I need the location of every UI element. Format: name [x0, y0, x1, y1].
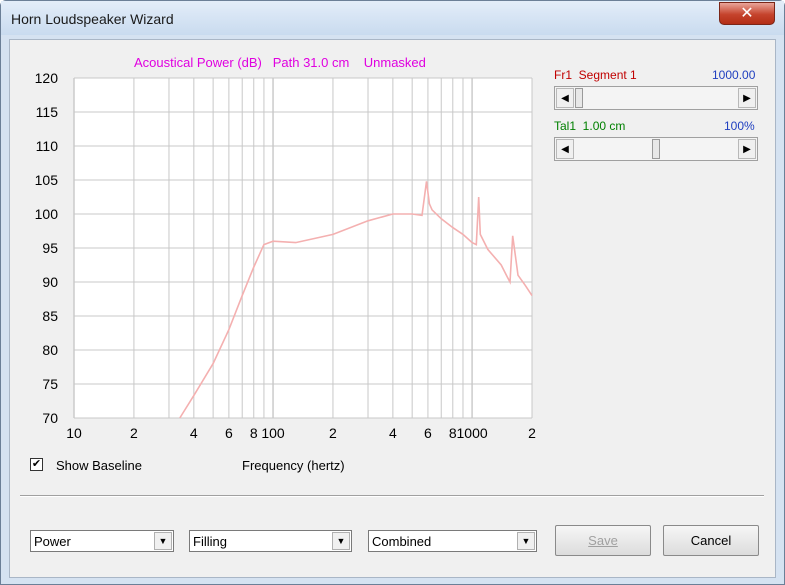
tal1-value: 100% [724, 119, 755, 133]
x-tick-label: 2 [528, 425, 536, 441]
checkmark-icon: ✔ [31, 458, 42, 470]
fr1-slider-left-button[interactable]: ◀ [556, 88, 574, 108]
y-tick-label: 85 [42, 308, 58, 324]
x-tick-label: 4 [190, 425, 198, 441]
tal1-label: Tal1 1.00 cm [554, 119, 626, 133]
arrow-left-icon: ◀ [561, 144, 569, 155]
y-tick-label: 105 [35, 172, 59, 188]
fr1-slider-thumb[interactable] [575, 88, 583, 108]
x-tick-label: 100 [261, 425, 285, 441]
y-tick-label: 80 [42, 342, 58, 358]
x-tick-label: 2 [329, 425, 337, 441]
fr1-value: 1000.00 [712, 68, 756, 82]
x-tick-label: 10 [66, 425, 82, 441]
filling-dropdown-value: Filling [193, 534, 227, 549]
x-tick-label: 6 [225, 425, 233, 441]
fr1-slider-right-button[interactable]: ▶ [738, 88, 756, 108]
cancel-button[interactable]: Cancel [663, 525, 759, 556]
y-tick-label: 100 [35, 206, 59, 222]
show-baseline-label[interactable]: Show Baseline [56, 458, 142, 473]
y-tick-label: 110 [36, 138, 59, 154]
arrow-left-icon: ◀ [561, 93, 569, 104]
save-button-label: Save [588, 533, 618, 548]
frequency-axis-label: Frequency (hertz) [242, 458, 345, 473]
window-title: Horn Loudspeaker Wizard [11, 11, 174, 27]
power-dropdown-value: Power [34, 534, 71, 549]
cancel-button-label: Cancel [690, 533, 732, 548]
save-button[interactable]: Save [555, 525, 651, 556]
y-tick-label: 70 [42, 410, 58, 426]
y-tick-label: 120 [35, 70, 59, 86]
x-tick-label: 8 [250, 425, 258, 441]
close-button[interactable]: ✕ [719, 2, 775, 25]
title-bar[interactable]: Horn Loudspeaker Wizard ✕ [1, 1, 784, 35]
tal1-slider-left-button[interactable]: ◀ [556, 139, 574, 159]
arrow-right-icon: ▶ [743, 144, 751, 155]
divider [20, 495, 764, 497]
y-tick-label: 95 [42, 240, 58, 256]
y-tick-label: 75 [42, 376, 58, 392]
dialog-client-area: Acoustical Power (dB) Path 31.0 cm Unmas… [9, 39, 776, 578]
show-baseline-checkbox[interactable]: ✔ [30, 458, 43, 471]
x-tick-label: 4 [389, 425, 397, 441]
chevron-down-icon[interactable]: ▼ [154, 532, 172, 550]
chevron-down-icon[interactable]: ▼ [517, 532, 535, 550]
tal1-slider-thumb[interactable] [652, 139, 660, 159]
arrow-right-icon: ▶ [743, 93, 751, 104]
combined-dropdown-value: Combined [372, 534, 432, 549]
y-tick-label: 90 [42, 274, 58, 290]
x-tick-label: 1000 [457, 425, 488, 441]
tal1-slider-right-button[interactable]: ▶ [738, 139, 756, 159]
close-icon: ✕ [740, 5, 754, 22]
x-tick-label: 2 [130, 425, 138, 441]
x-tick-label: 6 [424, 425, 432, 441]
chevron-down-icon[interactable]: ▼ [332, 532, 350, 550]
y-tick-label: 115 [36, 104, 59, 120]
tal1-slider[interactable]: ◀ ▶ [554, 137, 758, 161]
combined-dropdown[interactable]: Combined ▼ [368, 530, 537, 552]
fr1-label: Fr1 Segment 1 [554, 68, 637, 82]
wizard-window: Horn Loudspeaker Wizard ✕ Acoustical Pow… [0, 0, 785, 585]
fr1-slider[interactable]: ◀ ▶ [554, 86, 758, 110]
filling-dropdown[interactable]: Filling ▼ [189, 530, 352, 552]
power-dropdown[interactable]: Power ▼ [30, 530, 174, 552]
